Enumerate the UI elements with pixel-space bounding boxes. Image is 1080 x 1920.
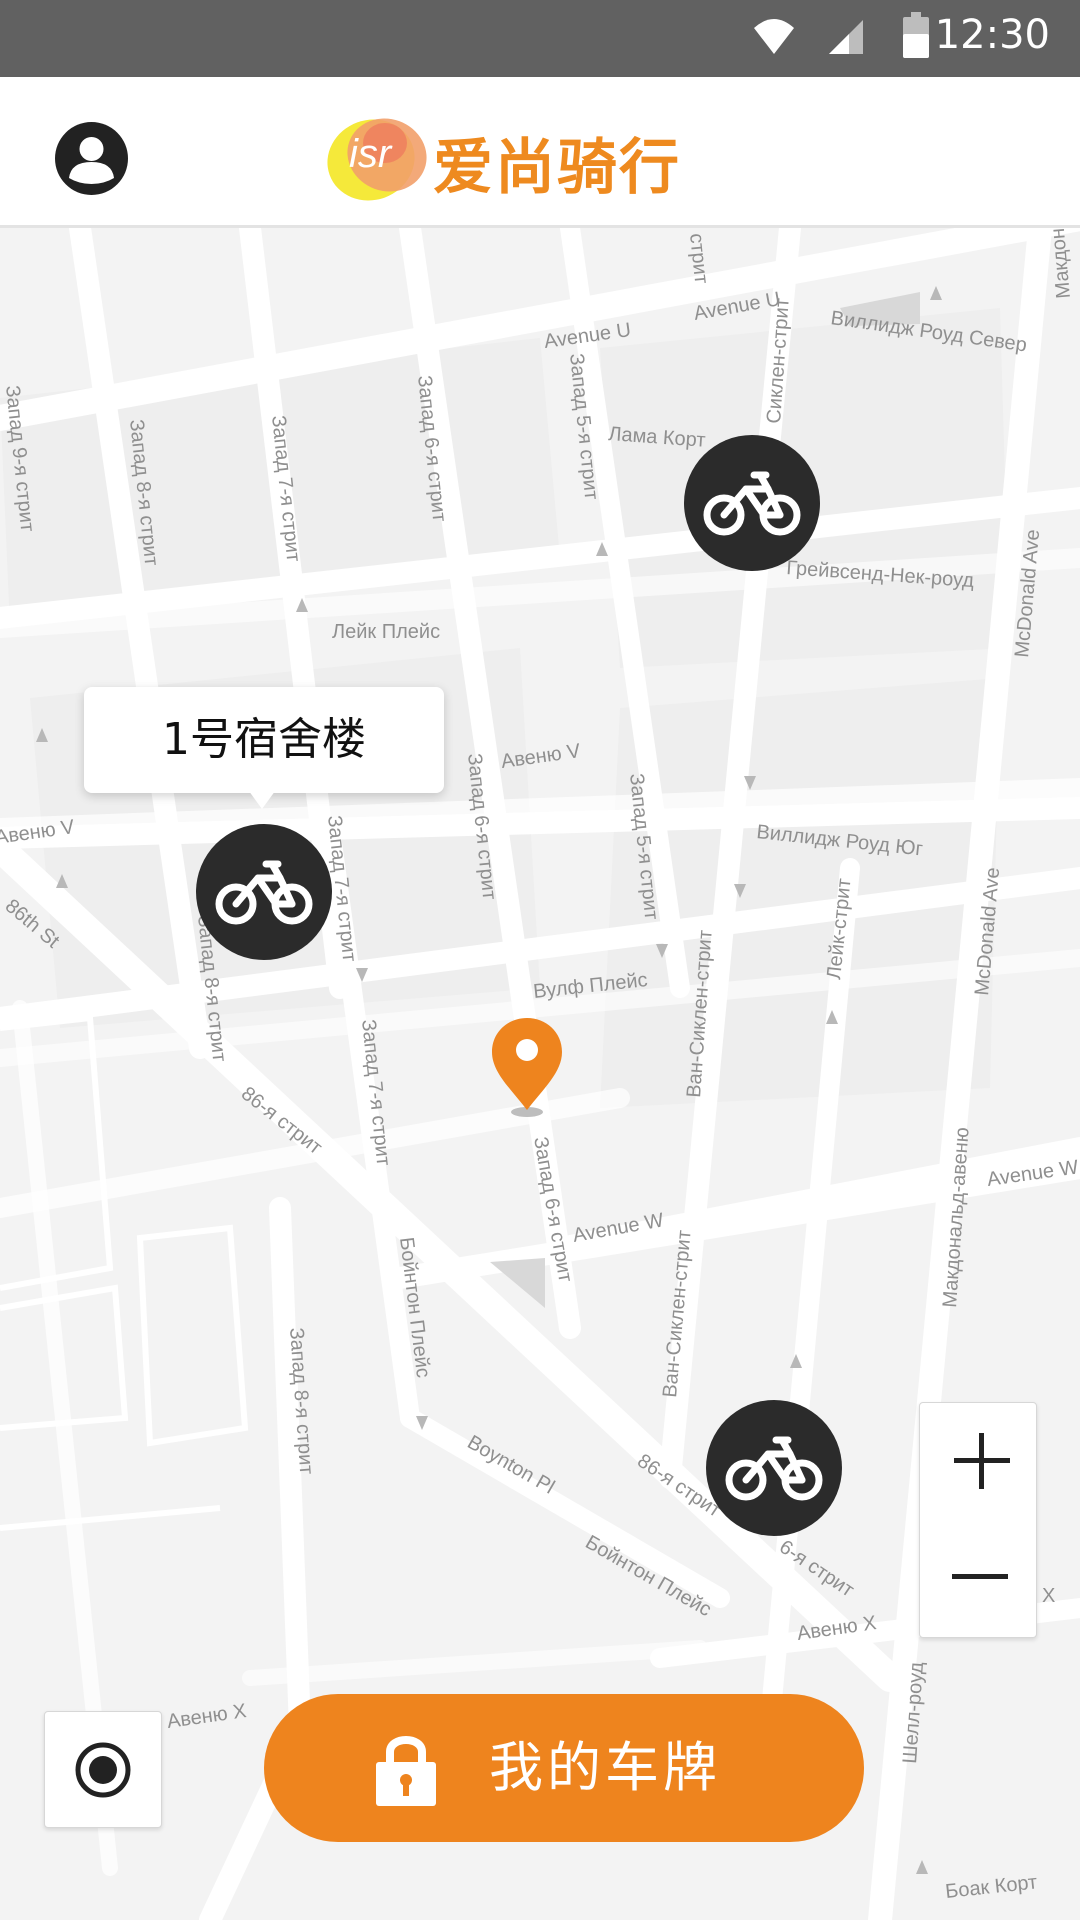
bike-marker[interactable] (196, 824, 332, 960)
plus-icon (954, 1433, 1010, 1489)
my-license-plate-button[interactable]: 我的车牌 (264, 1694, 864, 1842)
user-avatar-icon[interactable] (55, 122, 128, 195)
station-name: 1号宿舍楼 (162, 714, 366, 765)
street-label: Лейк Плейс (332, 621, 440, 643)
zoom-in-button[interactable] (920, 1403, 1036, 1520)
battery-icon (903, 12, 929, 58)
callout-tail (246, 787, 278, 809)
my-location-button[interactable] (44, 1711, 162, 1828)
status-bar: 12:30 (0, 0, 1080, 77)
minus-icon (952, 1574, 1008, 1579)
street-label: X (1042, 1585, 1055, 1607)
lock-icon (376, 1736, 436, 1806)
bicycle-icon (703, 471, 801, 536)
bike-marker[interactable] (684, 435, 820, 571)
app-header: isr 爱尚骑行 (0, 77, 1080, 228)
zoom-controls (919, 1402, 1037, 1638)
location-pin-icon (492, 1018, 562, 1117)
cellular-signal-icon (829, 20, 863, 54)
my-license-plate-label: 我的车牌 (489, 1736, 721, 1799)
app-logo: isr 爱尚骑行 (323, 105, 723, 205)
bike-marker[interactable] (706, 1400, 842, 1536)
app-title: 爱尚骑行 (433, 133, 681, 203)
wifi-icon (754, 19, 794, 54)
logo-mark-text: isr (349, 132, 393, 176)
zoom-out-button[interactable] (920, 1520, 1036, 1637)
status-time: 12:30 (934, 12, 1050, 58)
logo-mark-icon: isr (327, 118, 427, 201)
map-view[interactable]: Avenue U Avenue U Виллидж Роуд Север Мак… (0, 228, 1080, 1920)
bicycle-icon (215, 860, 313, 925)
station-callout[interactable]: 1号宿舍楼 (84, 687, 444, 809)
my-location-icon (75, 1742, 131, 1798)
bicycle-icon (725, 1436, 823, 1501)
